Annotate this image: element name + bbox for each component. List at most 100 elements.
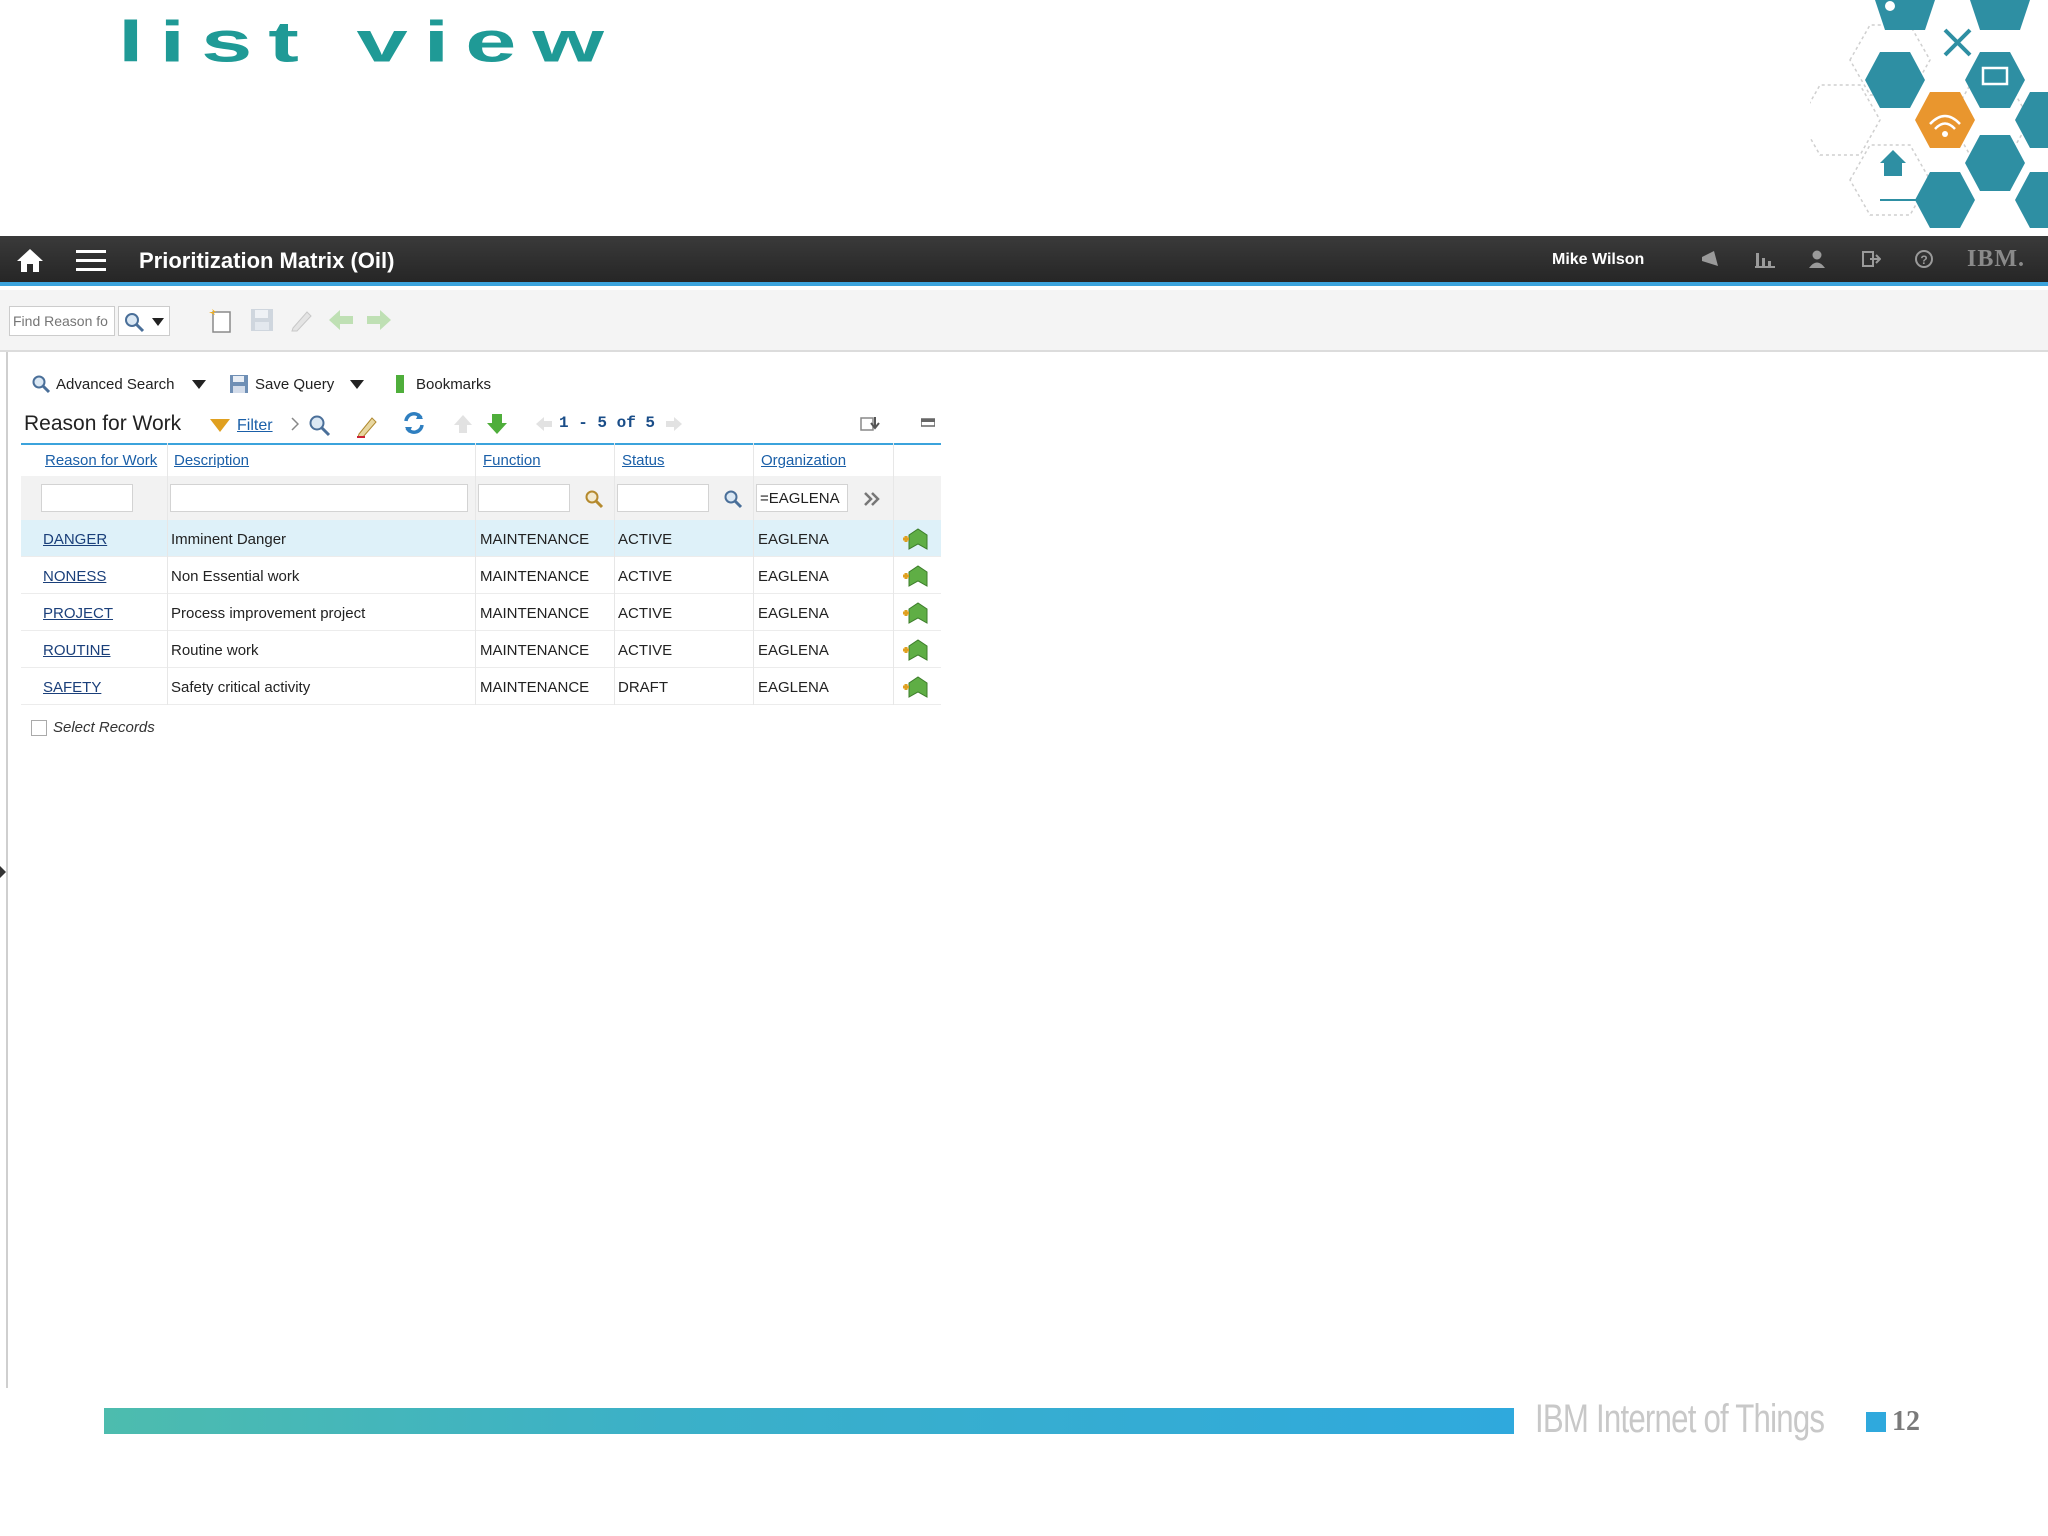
ibm-logo: IBM.: [1967, 246, 2025, 272]
collapse-arrow-icon[interactable]: [0, 866, 6, 878]
select-records-checkbox[interactable]: [31, 719, 47, 736]
cell-status: ACTIVE: [618, 642, 673, 659]
status-lookup-icon[interactable]: [723, 489, 743, 509]
page-number: 12: [1892, 1406, 1920, 1437]
cell-organization: EAGLENA: [758, 642, 829, 659]
table-row[interactable]: ROUTINE Routine work MAINTENANCE ACTIVE …: [21, 631, 941, 668]
app-title: Prioritization Matrix (Oil): [139, 248, 395, 273]
double-chevron-right-icon[interactable]: [863, 491, 881, 507]
select-records-label: Select Records: [53, 719, 155, 736]
edit-icon[interactable]: [289, 308, 315, 332]
previous-page-icon[interactable]: [535, 416, 553, 432]
column-divider: [167, 443, 168, 705]
cell-organization: EAGLENA: [758, 679, 829, 696]
bookmark-add-icon[interactable]: [901, 675, 929, 699]
search-icon: [32, 375, 51, 394]
cell-function: MAINTENANCE: [480, 679, 590, 696]
table-row[interactable]: SAFETY Safety critical activity MAINTENA…: [21, 668, 941, 705]
save-icon[interactable]: [250, 308, 274, 332]
advanced-search-dropdown-icon[interactable]: [192, 380, 206, 389]
next-row-icon[interactable]: [486, 413, 508, 435]
broadcast-icon[interactable]: [1700, 249, 1722, 269]
cell-reason[interactable]: SAFETY: [43, 679, 101, 696]
list-title: Reason for Work: [24, 412, 182, 435]
cell-reason[interactable]: NONESS: [43, 568, 106, 585]
cell-description: Process improvement project: [171, 605, 366, 622]
filter-status-input[interactable]: [617, 484, 709, 512]
column-header-status[interactable]: Status: [622, 452, 665, 469]
new-record-icon[interactable]: [209, 308, 233, 334]
cell-reason[interactable]: ROUTINE: [43, 642, 111, 659]
slide: LIST VIEW Prioritization Matrix (Oil) Mi…: [0, 0, 2048, 1536]
cell-reason[interactable]: DANGER: [43, 531, 107, 548]
previous-row-icon[interactable]: [453, 414, 473, 434]
forward-arrow-icon[interactable]: [365, 308, 393, 332]
back-arrow-icon[interactable]: [327, 308, 355, 332]
column-divider: [753, 443, 754, 705]
select-records-toggle[interactable]: Select Records: [31, 719, 155, 736]
cell-function: MAINTENANCE: [480, 605, 590, 622]
column-header-function[interactable]: Function: [483, 452, 541, 469]
filter-function-input[interactable]: [478, 484, 570, 512]
bookmark-add-icon[interactable]: [901, 564, 929, 588]
toolbar: [0, 290, 2048, 352]
help-icon[interactable]: ?: [1914, 249, 1934, 269]
cell-description: Imminent Danger: [171, 531, 287, 548]
chart-icon[interactable]: [1754, 249, 1776, 269]
clear-filter-icon[interactable]: [355, 412, 381, 438]
next-page-icon[interactable]: [665, 416, 683, 432]
advanced-search-button[interactable]: Advanced Search: [31, 374, 174, 394]
table-row[interactable]: PROJECT Process improvement project MAIN…: [21, 594, 941, 631]
slide-title: LIST VIEW: [118, 10, 620, 75]
chevron-down-icon: [152, 318, 164, 326]
cell-description: Non Essential work: [171, 568, 300, 585]
footer-brand: IBM Internet of Things: [1535, 1397, 1825, 1441]
app-header: Prioritization Matrix (Oil) Mike Wilson …: [0, 236, 2048, 286]
filter-description-input[interactable]: [170, 484, 468, 512]
search-icon: [125, 313, 145, 333]
column-header-organization[interactable]: Organization: [761, 452, 846, 469]
function-lookup-icon[interactable]: [584, 489, 604, 509]
cell-organization: EAGLENA: [758, 605, 829, 622]
bookmarks-label: Bookmarks: [416, 375, 492, 393]
minimize-icon[interactable]: [921, 417, 935, 427]
column-divider: [475, 443, 476, 705]
save-query-button[interactable]: Save Query: [229, 374, 334, 394]
table-row[interactable]: NONESS Non Essential work MAINTENANCE AC…: [21, 557, 941, 594]
download-icon[interactable]: [860, 415, 880, 433]
svg-text:?: ?: [1920, 253, 1927, 267]
filter-link[interactable]: Filter: [237, 417, 273, 435]
bookmark-add-icon[interactable]: [901, 527, 929, 551]
filter-organization-input[interactable]: [756, 484, 848, 512]
find-search-button[interactable]: [118, 306, 170, 336]
column-divider: [893, 443, 894, 705]
find-icon[interactable]: [307, 413, 331, 437]
bookmark-add-icon[interactable]: [901, 638, 929, 662]
filter-icon[interactable]: [210, 419, 230, 433]
table-row[interactable]: DANGER Imminent Danger MAINTENANCE ACTIV…: [21, 520, 941, 557]
home-icon[interactable]: [16, 247, 44, 273]
chevron-right-icon[interactable]: [291, 417, 299, 431]
save-query-dropdown-icon[interactable]: [350, 380, 364, 389]
cell-reason[interactable]: PROJECT: [43, 605, 113, 622]
save-query-label: Save Query: [255, 375, 335, 393]
user-name[interactable]: Mike Wilson: [1552, 251, 1644, 269]
cell-status: ACTIVE: [618, 605, 673, 622]
cell-description: Safety critical activity: [171, 679, 311, 696]
bookmark-icon: [396, 375, 404, 393]
column-header-description[interactable]: Description: [174, 452, 249, 469]
column-header-reason[interactable]: Reason for Work: [45, 452, 157, 469]
cell-organization: EAGLENA: [758, 531, 829, 548]
bookmark-add-icon[interactable]: [901, 601, 929, 625]
filter-reason-input[interactable]: [41, 484, 133, 512]
save-icon: [230, 375, 248, 393]
logout-icon[interactable]: [1861, 249, 1881, 269]
bookmarks-button[interactable]: Bookmarks: [394, 374, 491, 394]
cell-status: ACTIVE: [618, 531, 673, 548]
find-reason-input[interactable]: [9, 306, 115, 336]
hamburger-menu-icon[interactable]: [76, 248, 106, 272]
cell-function: MAINTENANCE: [480, 568, 590, 585]
refresh-icon[interactable]: [402, 411, 426, 435]
user-icon[interactable]: [1807, 249, 1827, 269]
advanced-search-label: Advanced Search: [56, 375, 175, 393]
